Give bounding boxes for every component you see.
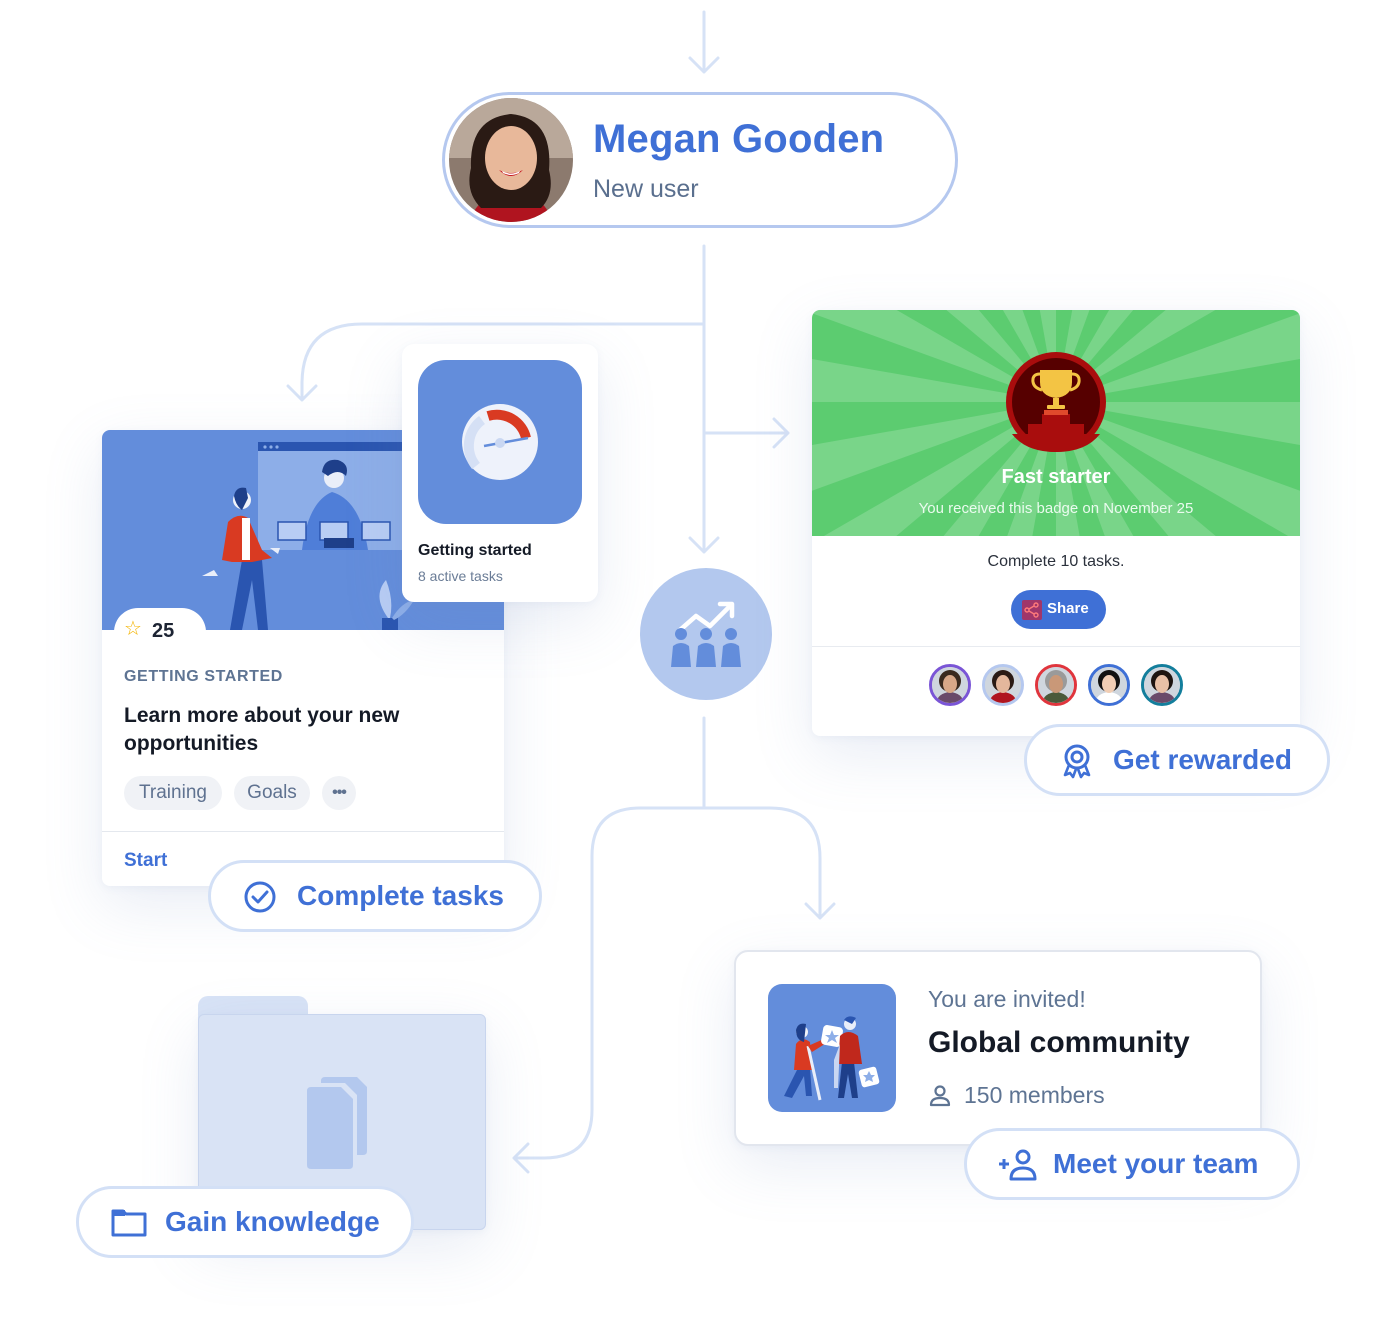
peer-avatar[interactable] xyxy=(929,664,971,706)
share-label: Share xyxy=(1047,600,1089,617)
peer-avatar[interactable] xyxy=(1035,664,1077,706)
get-rewarded-label: Get rewarded xyxy=(1113,744,1292,775)
peer-avatar[interactable] xyxy=(982,664,1024,706)
gauge-icon xyxy=(418,360,582,524)
tag-chip-goals[interactable]: Goals xyxy=(234,776,310,810)
task-title: Learn more about your new opportunities xyxy=(124,704,400,755)
badge-card[interactable]: Fast starter You received this badge on … xyxy=(812,310,1300,736)
complete-tasks-label: Complete tasks xyxy=(297,880,504,911)
start-button[interactable]: Start xyxy=(124,850,167,872)
getting-started-card[interactable]: Getting started 8 active tasks xyxy=(402,344,598,602)
badge-name: Fast starter xyxy=(1001,466,1111,488)
get-rewarded-step[interactable]: Get rewarded xyxy=(1024,724,1330,796)
divider xyxy=(812,646,1300,647)
connector-knowledge-branch xyxy=(512,806,706,1174)
share-button[interactable]: Share xyxy=(1011,590,1106,629)
user-avatar xyxy=(449,98,573,222)
user-name: Megan Gooden xyxy=(593,117,885,161)
trophy-badge-icon xyxy=(1006,352,1106,452)
connector-top xyxy=(688,10,720,74)
check-circle-icon xyxy=(244,881,276,913)
divider xyxy=(102,831,504,832)
user-profile-pill[interactable]: Megan Gooden New user xyxy=(442,92,958,228)
complete-tasks-step[interactable]: Complete tasks xyxy=(208,860,542,932)
user-role: New user xyxy=(593,175,699,203)
star-icon: ☆ xyxy=(124,618,142,640)
badge-banner: Fast starter You received this badge on … xyxy=(812,310,1300,536)
getting-started-title: Getting started xyxy=(418,542,532,559)
peer-avatar[interactable] xyxy=(1141,664,1183,706)
gain-knowledge-step[interactable]: Gain knowledge xyxy=(76,1186,414,1258)
member-count: 150 members xyxy=(964,1082,1105,1108)
meet-your-team-label: Meet your team xyxy=(1053,1148,1259,1179)
points-value: 25 xyxy=(152,620,175,642)
badge-requirement: Complete 10 tasks. xyxy=(987,553,1125,570)
badge-received-date: You received this badge on November 25 xyxy=(918,500,1194,517)
community-title: Global community xyxy=(928,1026,1190,1059)
community-card[interactable]: You are invited! Global community 150 me… xyxy=(734,950,1262,1146)
connector-trunk xyxy=(688,244,720,554)
peer-avatar[interactable] xyxy=(1088,664,1130,706)
folder-icon xyxy=(111,1209,147,1237)
documents-icon xyxy=(307,1077,367,1169)
community-illustration xyxy=(768,984,896,1112)
connector-right-branch xyxy=(702,417,790,449)
active-tasks-count: 8 active tasks xyxy=(418,568,503,584)
invite-text: You are invited! xyxy=(928,986,1086,1012)
team-growth-icon xyxy=(640,568,772,700)
person-icon xyxy=(929,1085,951,1107)
award-ribbon-icon xyxy=(1063,744,1091,779)
add-person-icon xyxy=(999,1149,1037,1181)
more-tags-button[interactable]: ••• xyxy=(322,776,356,810)
share-icon xyxy=(1022,600,1042,620)
tag-chip-training[interactable]: Training xyxy=(124,776,222,810)
task-category: GETTING STARTED xyxy=(124,668,283,685)
connector-team-branch xyxy=(702,806,836,920)
gain-knowledge-label: Gain knowledge xyxy=(165,1206,380,1237)
meet-your-team-step[interactable]: Meet your team xyxy=(964,1128,1300,1200)
